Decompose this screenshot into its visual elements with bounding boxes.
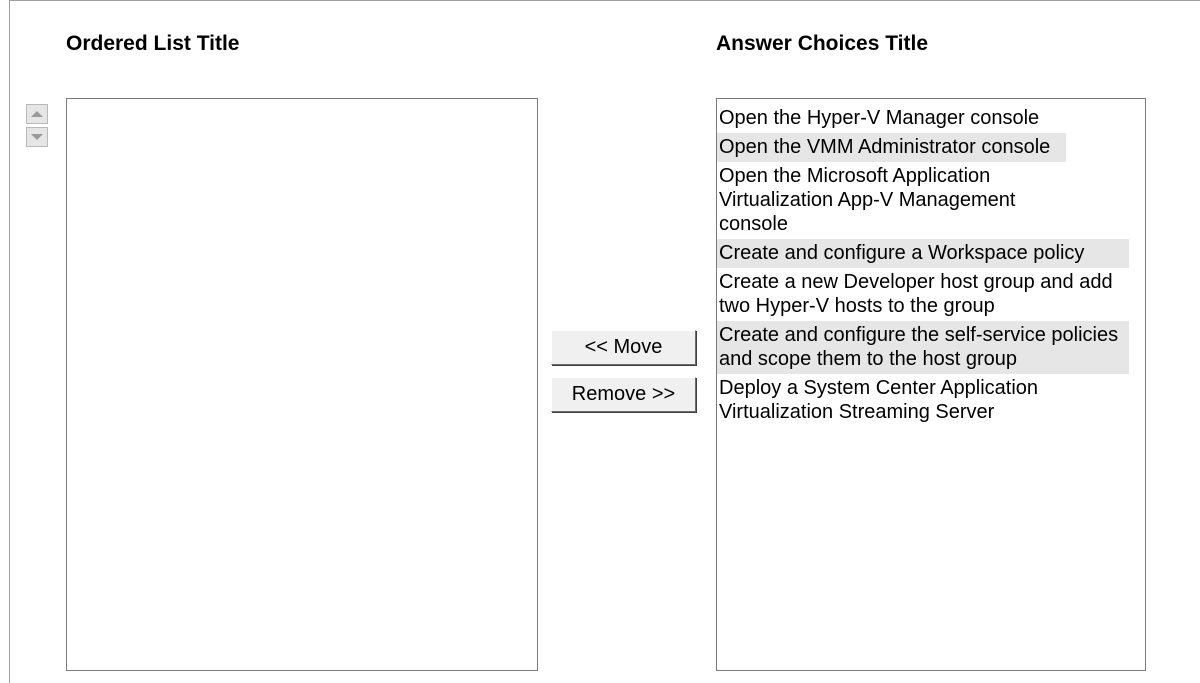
arrow-up-icon bbox=[31, 111, 43, 117]
answer-choice-item[interactable]: Create a new Developer host group and ad… bbox=[717, 268, 1129, 321]
arrow-down-icon bbox=[31, 134, 43, 140]
answer-choice-item[interactable]: Create and configure the self-service po… bbox=[717, 321, 1129, 374]
answer-choice-item[interactable]: Open the Hyper-V Manager console bbox=[717, 104, 1145, 133]
answer-choice-item[interactable]: Open the Microsoft Application Virtualiz… bbox=[717, 162, 1066, 239]
move-up-button[interactable] bbox=[26, 104, 48, 124]
move-down-button[interactable] bbox=[26, 127, 48, 147]
answer-choice-item[interactable]: Create and configure a Workspace policy bbox=[717, 239, 1129, 268]
answer-choice-item[interactable]: Open the VMM Administrator console bbox=[717, 133, 1066, 162]
answer-choices-listbox[interactable]: Open the Hyper-V Manager console Open th… bbox=[716, 98, 1146, 671]
move-button[interactable]: << Move bbox=[551, 330, 696, 365]
remove-button[interactable]: Remove >> bbox=[551, 377, 696, 412]
ordered-listbox[interactable] bbox=[66, 98, 538, 671]
answer-choice-item[interactable]: Deploy a System Center Application Virtu… bbox=[717, 374, 1145, 427]
answer-choices-title: Answer Choices Title bbox=[716, 32, 929, 55]
ordered-list-title: Ordered List Title bbox=[66, 32, 240, 55]
